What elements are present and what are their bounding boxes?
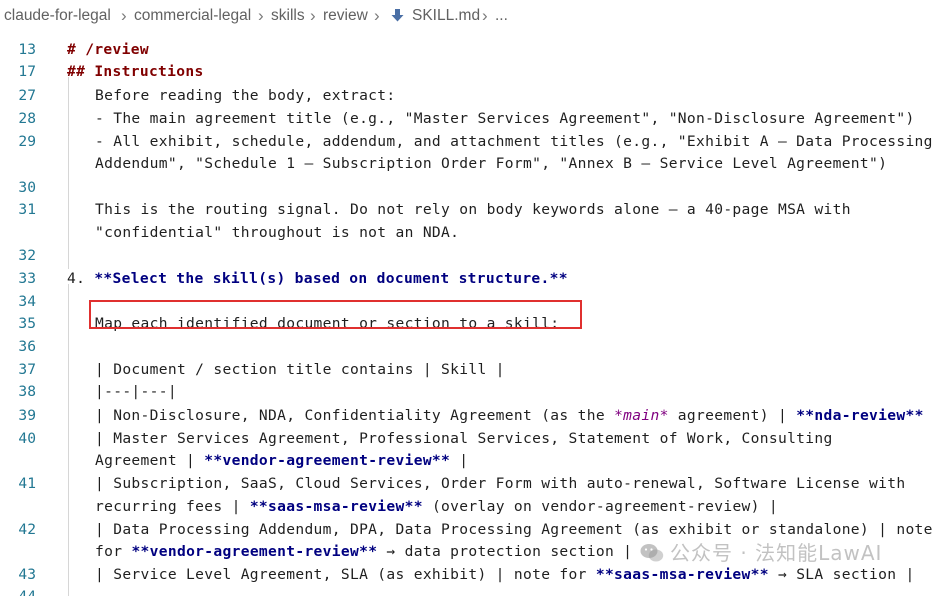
breadcrumb-item-review[interactable]: review [323,7,368,25]
watermark: 公众号 · 法知能LawAI [640,537,882,568]
chevron-right-icon: › [374,6,380,25]
line-number: 42 [18,521,36,538]
code-line: Addendum", "Schedule 1 — Subscription Or… [95,155,887,173]
code-text: | Master Services Agreement, Professiona… [95,430,833,447]
breadcrumb-item-skills[interactable]: skills [271,7,305,25]
code-text: | Data Processing Addendum, DPA, Data Pr… [95,521,933,538]
code-line: Agreement | **vendor-agreement-review** … [95,452,468,470]
breadcrumb-more[interactable]: ... [495,7,508,25]
line-number: 39 [18,407,36,424]
line-number: 43 [18,566,36,583]
code-line: | Service Level Agreement, SLA (as exhib… [95,566,915,584]
code-text: Before reading the body, extract: [95,87,396,104]
indent-guide [68,284,69,596]
code-line: This is the routing signal. Do not rely … [95,201,851,219]
code-text: | Non-Disclosure, NDA, Confidentiality A… [95,407,615,424]
code-text: 4. [67,270,95,287]
code-editor[interactable]: 13 # /review 17 ## Instructions 27 Before rea… [0,33,933,596]
line-number: 28 [18,110,36,127]
code-text: → SLA section | [768,566,915,583]
line-number: 29 [18,133,36,150]
watermark-text: 公众号 · 法知能LawAI [670,541,883,565]
code-line: |---|---| [95,383,177,401]
breadcrumb-item-commercial-legal[interactable]: commercial-legal [134,7,251,25]
line-number: 32 [18,247,36,264]
line-number: 17 [18,63,36,80]
code-text: |---|---| [95,383,177,400]
code-token-em: *main* [614,407,669,424]
code-line: | Subscription, SaaS, Cloud Services, Or… [95,475,905,493]
line-number: 31 [18,201,36,218]
code-token-kw: ## Instructions [67,63,204,80]
code-line: | Non-Disclosure, NDA, Confidentiality A… [95,407,924,425]
chevron-right-icon: › [258,6,264,25]
line-number: 37 [18,361,36,378]
chevron-right-icon: › [121,6,127,25]
download-arrow-icon [391,9,404,28]
code-token-bold: **vendor-agreement-review** [204,452,451,469]
line-number: 36 [18,338,36,355]
code-text: - The main agreement title (e.g., "Maste… [95,110,915,127]
line-number: 34 [18,293,36,310]
wechat-icon [640,543,664,568]
code-line: | Document / section title contains | Sk… [95,361,505,379]
line-number: 33 [18,270,36,287]
breadcrumb-item-file[interactable]: SKILL.md [412,7,480,25]
code-line: - All exhibit, schedule, addendum, and a… [95,133,933,151]
code-text: agreement) | [668,407,797,424]
chevron-right-icon: › [310,6,316,25]
code-token-bold: **saas-msa-review** [595,566,769,583]
code-text: (overlay on vendor-agreement-review) | [422,498,778,515]
highlight-box [89,300,582,329]
code-token-kw: # /review [67,41,149,58]
code-text: → data protection section | [377,543,633,560]
line-number: 13 [18,41,36,58]
line-number: 40 [18,430,36,447]
code-line: "confidential" throughout is not an NDA. [95,224,459,242]
code-text: "confidential" throughout is not an NDA. [95,224,460,241]
code-line: Before reading the body, extract: [95,87,396,105]
line-number: 41 [18,475,36,492]
line-number: 44 [0,588,36,596]
chevron-right-icon: › [482,6,488,25]
code-line: recurring fees | **saas-msa-review** (ov… [95,498,778,516]
line-number: 30 [18,179,36,196]
code-token-bold: **nda-review** [796,407,924,424]
code-text: | Service Level Agreement, SLA (as exhib… [95,566,596,583]
breadcrumb-item-claude-for-legal[interactable]: claude-for-legal [4,7,111,25]
code-token-bold: **vendor-agreement-review** [131,543,378,560]
code-text: - All exhibit, schedule, addendum, and a… [95,133,933,150]
code-text: Agreement | [95,452,205,469]
code-text: | Document / section title contains | Sk… [95,361,505,378]
code-line: | Master Services Agreement, Professiona… [95,430,833,448]
line-number: 35 [18,315,36,332]
code-line: 4. **Select the skill(s) based on docume… [67,270,568,288]
code-line: for **vendor-agreement-review** → data p… [95,543,632,561]
code-text: recurring fees | [95,498,250,515]
code-text: | [450,452,469,469]
indent-guide [68,77,69,269]
breadcrumb: claude-for-legal › commercial-legal › sk… [0,0,933,33]
code-line: # /review [67,41,149,59]
code-text: Addendum", "Schedule 1 — Subscription Or… [95,155,888,172]
code-text: This is the routing signal. Do not rely … [95,201,851,218]
code-text: | Subscription, SaaS, Cloud Services, Or… [95,475,906,492]
code-line: ## Instructions [67,63,204,81]
code-text: for [95,543,132,560]
code-token-bold: **saas-msa-review** [249,498,423,515]
code-line: - The main agreement title (e.g., "Maste… [95,110,915,128]
code-token-bold: **Select the skill(s) based on document … [94,270,568,287]
line-number: 38 [18,383,36,400]
line-number: 27 [18,87,36,104]
